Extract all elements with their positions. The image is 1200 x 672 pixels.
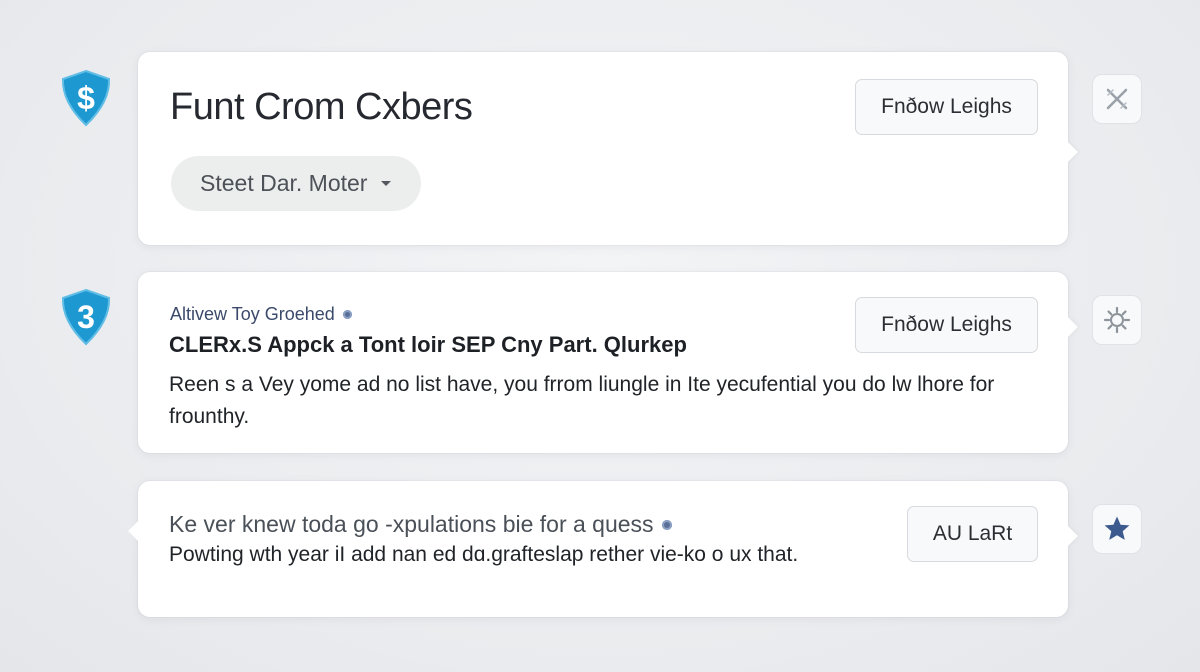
chevron-down-icon xyxy=(381,181,392,186)
settings-button[interactable] xyxy=(1092,295,1142,345)
follow-button[interactable]: Fnðow Leighs xyxy=(855,297,1038,353)
close-icon xyxy=(1106,88,1128,110)
question-text: Ke ver knew toda go -xpulations bie for … xyxy=(169,511,654,537)
shield-number-icon: 3 xyxy=(58,287,114,347)
question-card: Ke ver knew toda go -xpulations bie for … xyxy=(138,481,1068,617)
follow-button[interactable]: Fnðow Leighs xyxy=(855,79,1038,135)
verified-icon xyxy=(661,519,672,530)
question-line: Ke ver knew toda go -xpulations bie for … xyxy=(169,511,672,538)
page-title: Funt Crom Cxbers xyxy=(170,86,473,128)
post-headline: CLERx.S Appck a Tont loir SEP Cny Part. … xyxy=(169,332,687,357)
close-button[interactable] xyxy=(1092,74,1142,124)
badge-number: 3 xyxy=(77,299,95,335)
all-button[interactable]: AU LaRt xyxy=(907,506,1038,562)
filter-dropdown[interactable]: Steet Dar. Moter xyxy=(171,156,422,211)
star-icon xyxy=(1104,516,1130,540)
shield-dollar-icon: $ xyxy=(58,68,114,128)
post-body: Reen s a Vey yome ad no list have, you f… xyxy=(169,373,995,428)
verified-icon xyxy=(342,310,352,319)
favorite-button[interactable] xyxy=(1092,504,1142,554)
post-author: Altivew Toy Groehed xyxy=(170,304,335,324)
post-meta: Altivew Toy Groehed xyxy=(170,304,352,325)
header-card: Funt Crom Cxbers Steet Dar. Moter Fnðow … xyxy=(138,52,1068,245)
post-card: Altivew Toy Groehed CLERx.S Appck a Tont… xyxy=(138,272,1068,453)
page: $ Funt Crom Cxbers Steet Dar. Moter Fnðo… xyxy=(0,0,1200,672)
question-body: Powting wth year iI add nan ed dɑ.grafte… xyxy=(169,543,799,566)
dropdown-label: Steet Dar. Moter xyxy=(200,170,368,196)
gear-icon xyxy=(1103,306,1131,334)
badge-symbol: $ xyxy=(77,80,95,116)
